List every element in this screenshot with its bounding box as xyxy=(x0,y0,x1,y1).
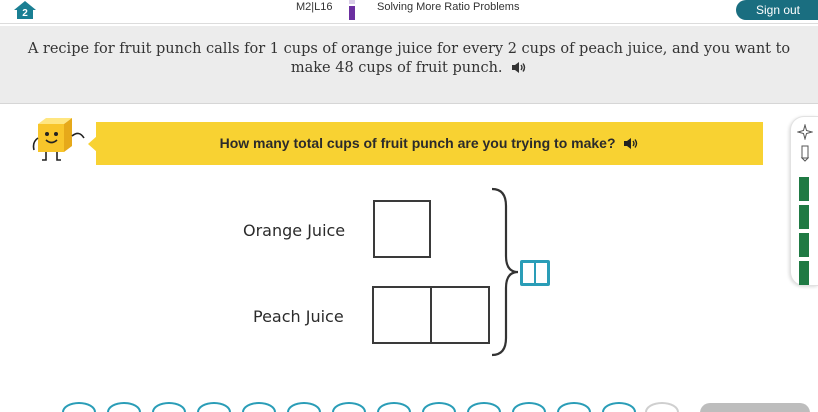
step-dot[interactable] xyxy=(107,402,141,412)
step-dot[interactable] xyxy=(332,402,366,412)
question-text: How many total cups of fruit punch are y… xyxy=(219,135,616,151)
orange-juice-label: Orange Juice xyxy=(243,221,346,240)
step-dot[interactable] xyxy=(197,402,231,412)
progress-bar-segment xyxy=(799,233,809,257)
peach-juice-label: Peach Juice xyxy=(253,307,344,326)
step-dot[interactable] xyxy=(242,402,276,412)
problem-statement-panel: A recipe for fruit punch calls for 1 cup… xyxy=(0,26,818,104)
step-dot[interactable] xyxy=(557,402,591,412)
step-dot[interactable] xyxy=(287,402,321,412)
total-answer-input[interactable] xyxy=(520,260,550,286)
orange-juice-unit-box xyxy=(373,200,431,258)
step-dot[interactable] xyxy=(512,402,546,412)
step-dot[interactable] xyxy=(602,402,636,412)
speaker-icon[interactable] xyxy=(623,137,639,150)
lesson-code: M2|L16 xyxy=(296,1,333,13)
progress-bar-segment xyxy=(799,261,809,285)
step-dot[interactable] xyxy=(377,402,411,412)
sign-out-button[interactable]: Sign out xyxy=(736,0,818,20)
home-badge: 2 xyxy=(22,8,28,19)
step-navigation xyxy=(0,402,818,412)
progress-bar-segment xyxy=(799,205,809,229)
curly-brace xyxy=(491,187,519,357)
spark-icon[interactable] xyxy=(797,124,813,140)
step-dot[interactable] xyxy=(645,402,679,412)
tools-sidebar xyxy=(790,116,818,286)
next-button[interactable] xyxy=(700,403,810,412)
step-dot[interactable] xyxy=(467,402,501,412)
step-dot[interactable] xyxy=(152,402,186,412)
peach-juice-unit-box xyxy=(372,286,432,344)
progress-bar-segment xyxy=(799,177,809,201)
lesson-progress-icon xyxy=(349,0,355,20)
speaker-icon[interactable] xyxy=(511,61,527,74)
lesson-title: Solving More Ratio Problems xyxy=(377,1,520,13)
peach-juice-unit-box xyxy=(430,286,490,344)
problem-text: A recipe for fruit punch calls for 1 cup… xyxy=(27,41,791,76)
step-dot[interactable] xyxy=(62,402,96,412)
top-bar: 2 M2|L16 Solving More Ratio Problems Sig… xyxy=(0,0,818,24)
pencil-icon[interactable] xyxy=(800,144,810,162)
step-dot[interactable] xyxy=(422,402,456,412)
home-icon[interactable]: 2 xyxy=(12,0,38,20)
